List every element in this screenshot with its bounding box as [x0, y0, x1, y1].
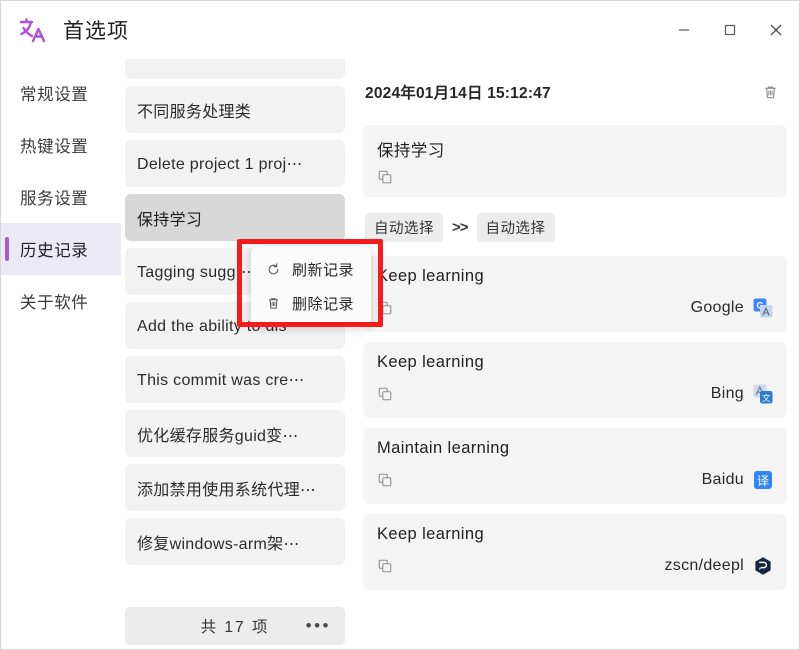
list-item[interactable]: 添加禁用使用系统代理⋯	[125, 464, 345, 511]
result-footer: Google G	[377, 297, 773, 318]
list-item[interactable]: 不同服务处理类	[125, 86, 345, 133]
record-timestamp: 2024年01月14日 15:12:47	[365, 85, 551, 102]
history-list[interactable]: 不同服务处理类 Delete project 1 proj⋯ 保持学习 Tagg…	[125, 59, 345, 607]
translation-text: Keep learning	[377, 525, 485, 543]
sidebar-item-about[interactable]: 关于软件	[1, 275, 121, 327]
copy-icon	[378, 559, 392, 572]
result-footer: Bing 文	[377, 383, 773, 404]
svg-text:文: 文	[761, 393, 770, 404]
list-item-label: 保持学习	[137, 211, 203, 229]
target-language-chip[interactable]: 自动选择	[476, 213, 555, 242]
translation-text: Maintain learning	[377, 439, 510, 457]
google-translate-icon: G	[752, 297, 773, 318]
service-name: Google	[690, 298, 744, 316]
service-info: Google G	[691, 297, 773, 318]
history-list-footer: 共 17 项 •••	[125, 607, 345, 645]
window-controls	[661, 1, 799, 59]
service-info: Bing 文	[711, 383, 773, 404]
app-logo-translate-icon	[15, 13, 49, 47]
service-info: zscn/deepl	[665, 555, 774, 576]
svg-text:译: 译	[756, 473, 768, 487]
sidebar-item-label: 常规设置	[20, 86, 89, 104]
delete-record-button[interactable]	[757, 79, 783, 105]
result-footer: zscn/deepl	[377, 555, 773, 576]
context-menu: 刷新记录 删除记录	[251, 246, 371, 326]
copy-result-button[interactable]	[377, 386, 393, 402]
list-item-selected[interactable]: 保持学习	[125, 194, 345, 241]
translation-result-card: Maintain learning Baidu 译	[363, 428, 787, 504]
sidebar-item-label: 服务设置	[20, 190, 89, 208]
source-text: 保持学习	[377, 142, 445, 160]
minimize-button[interactable]	[661, 7, 707, 53]
copy-source-button[interactable]	[377, 169, 773, 185]
translation-result-card: Keep learning Bing 文	[363, 342, 787, 418]
maximize-button[interactable]	[707, 7, 753, 53]
context-menu-item-delete[interactable]: 删除记录	[251, 286, 371, 320]
service-info: Baidu 译	[702, 469, 773, 490]
history-count-label: 共 17 项	[200, 619, 270, 636]
list-item-label: Delete project 1 proj⋯	[137, 155, 303, 173]
list-item-label: Tagging sugg⋯	[137, 263, 253, 281]
list-item[interactable]	[125, 59, 345, 79]
sidebar-item-label: 热键设置	[20, 138, 89, 156]
bing-translate-icon: 文	[752, 383, 773, 404]
sidebar-item-history[interactable]: 历史记录	[1, 223, 121, 275]
translation-text: Keep learning	[377, 353, 485, 371]
list-item-label: 优化缓存服务guid变⋯	[137, 427, 299, 445]
copy-result-button[interactable]	[377, 300, 393, 316]
list-item[interactable]: 修复windows-arm架⋯	[125, 518, 345, 565]
titlebar: 首选项	[1, 1, 799, 59]
copy-icon	[378, 473, 392, 486]
list-item[interactable]: This commit was cre⋯	[125, 356, 345, 403]
sidebar-item-hotkeys[interactable]: 热键设置	[1, 119, 121, 171]
ellipsis-icon[interactable]: •••	[306, 616, 331, 636]
list-item-label: 修复windows-arm架⋯	[137, 535, 300, 553]
source-text-card: 保持学习	[363, 125, 787, 197]
detail-header: 2024年01月14日 15:12:47	[363, 77, 787, 107]
translation-text: Keep learning	[377, 267, 485, 285]
preferences-window: 首选项 常规设置 热键设置 服务设置 历史记录 关于软件 不同服务处理类 Del…	[0, 0, 800, 650]
sidebar-item-general[interactable]: 常规设置	[1, 67, 121, 119]
trash-icon	[764, 85, 776, 98]
translation-result-card: Keep learning Google G	[363, 256, 787, 332]
result-footer: Baidu 译	[377, 469, 773, 490]
language-arrow: >>	[452, 219, 469, 236]
trash-icon	[263, 296, 283, 311]
list-item-label: This commit was cre⋯	[137, 371, 305, 389]
copy-icon	[378, 387, 392, 400]
list-item-label: 添加禁用使用系统代理⋯	[137, 481, 317, 499]
history-list-column: 不同服务处理类 Delete project 1 proj⋯ 保持学习 Tagg…	[121, 59, 351, 649]
service-name: zscn/deepl	[664, 556, 744, 574]
detail-panel: 2024年01月14日 15:12:47 保持学习 自动选择 >> 自动选择 K…	[351, 59, 799, 649]
refresh-icon	[263, 262, 283, 277]
copy-icon	[378, 301, 392, 314]
context-menu-item-label: 删除记录	[292, 295, 355, 313]
baidu-translate-icon: 译	[752, 469, 773, 490]
translation-result-card: Keep learning zscn/deepl	[363, 514, 787, 590]
list-item-label: 不同服务处理类	[137, 103, 252, 121]
service-name: Bing	[710, 384, 744, 402]
sidebar-item-services[interactable]: 服务设置	[1, 171, 121, 223]
sidebar-item-label: 历史记录	[20, 242, 89, 260]
sidebar-item-label: 关于软件	[20, 294, 89, 312]
context-menu-item-label: 刷新记录	[292, 261, 355, 279]
minimize-icon	[679, 29, 689, 31]
list-item[interactable]: Delete project 1 proj⋯	[125, 140, 345, 187]
service-name: Baidu	[701, 470, 744, 488]
close-button[interactable]	[753, 7, 799, 53]
copy-result-button[interactable]	[377, 472, 393, 488]
copy-result-button[interactable]	[377, 558, 393, 574]
copy-icon	[378, 170, 392, 184]
close-icon	[770, 24, 782, 36]
maximize-icon	[724, 24, 736, 36]
window-body: 常规设置 热键设置 服务设置 历史记录 关于软件 不同服务处理类 Delete …	[1, 59, 799, 649]
list-item[interactable]: 优化缓存服务guid变⋯	[125, 410, 345, 457]
window-title: 首选项	[63, 20, 129, 43]
context-menu-item-refresh[interactable]: 刷新记录	[251, 252, 371, 286]
deepl-icon	[752, 555, 773, 576]
sidebar: 常规设置 热键设置 服务设置 历史记录 关于软件	[1, 59, 121, 649]
source-language-chip[interactable]: 自动选择	[365, 213, 443, 242]
language-selector-row: 自动选择 >> 自动选择	[363, 213, 787, 242]
